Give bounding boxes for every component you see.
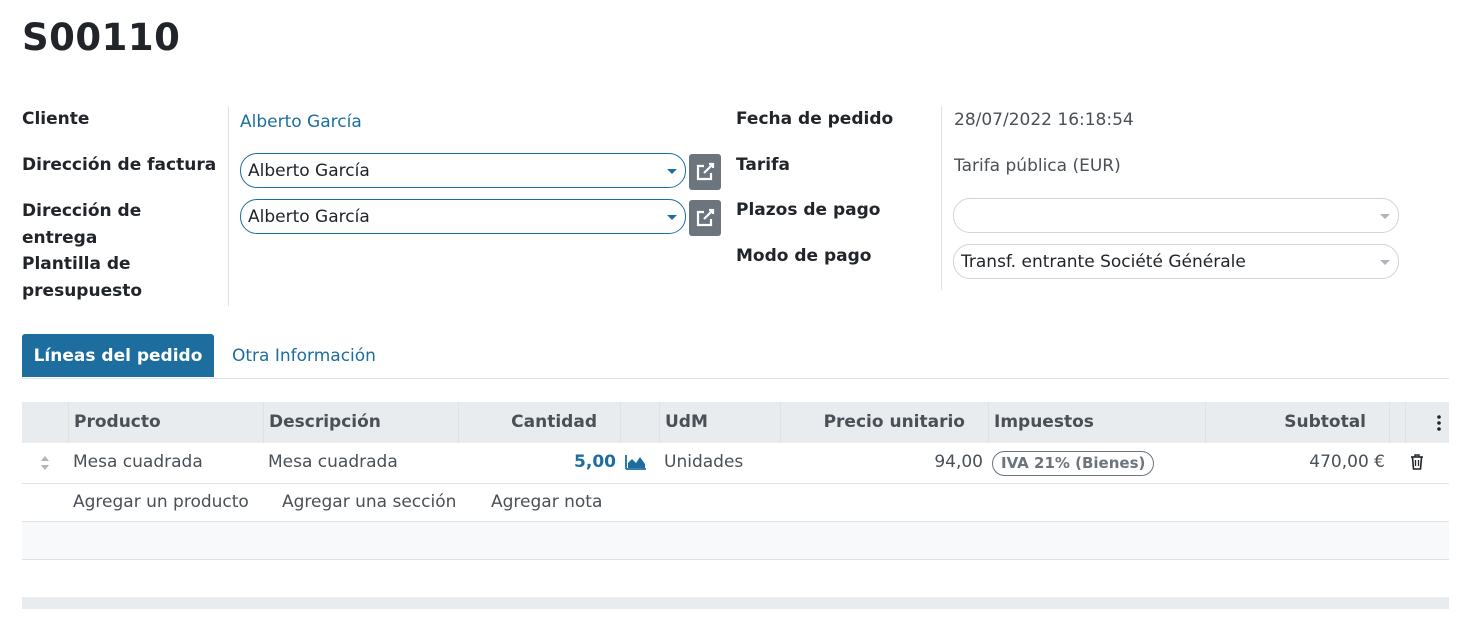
column-separator	[620, 402, 621, 443]
drag-handle-icon[interactable]	[39, 455, 51, 471]
tab-other-info[interactable]: Otra Información	[232, 334, 376, 377]
delivery-address-value: Alberto García	[248, 207, 370, 227]
horizontal-scrollbar[interactable]	[22, 597, 1449, 609]
header-description[interactable]: Descripción	[269, 402, 381, 443]
row-unit-price[interactable]: 94,00	[934, 450, 983, 474]
column-separator	[263, 402, 264, 443]
quotation-template-label-line2: presupuesto	[22, 281, 143, 301]
order-date-label: Fecha de pedido	[736, 109, 894, 129]
invoice-address-label: Dirección de factura	[22, 155, 217, 175]
tax-badge[interactable]: IVA 21% (Bienes)	[992, 451, 1155, 476]
delivery-address-open-button[interactable]	[689, 200, 721, 236]
row-product[interactable]: Mesa cuadrada	[73, 450, 203, 474]
forecast-chart-icon[interactable]	[625, 453, 647, 471]
trash-icon[interactable]	[1410, 454, 1424, 470]
quotation-template-label-line1: Plantilla de	[22, 254, 131, 274]
customer-label: Cliente	[22, 109, 90, 129]
column-separator	[1389, 402, 1390, 443]
column-separator	[988, 402, 989, 443]
payment-terms-select[interactable]	[953, 198, 1399, 233]
order-lines-header: Producto Descripción Cantidad UdM Precio…	[22, 402, 1449, 443]
column-separator	[1405, 402, 1406, 443]
payment-terms-label: Plazos de pago	[736, 200, 881, 220]
column-separator	[1205, 402, 1206, 443]
order-date-value[interactable]: 28/07/2022 16:18:54	[954, 108, 1134, 132]
right-group-separator	[941, 106, 942, 290]
invoice-address-select[interactable]: Alberto García	[240, 153, 686, 188]
payment-mode-select[interactable]: Transf. entrante Société Générale	[953, 244, 1399, 279]
payment-mode-value: Transf. entrante Société Générale	[961, 252, 1246, 272]
payment-mode-label: Modo de pago	[736, 246, 872, 266]
column-separator	[68, 402, 69, 443]
chevron-down-icon	[1380, 214, 1390, 219]
kebab-menu-icon[interactable]	[1436, 414, 1442, 432]
chevron-down-icon	[1380, 260, 1390, 265]
row-uom[interactable]: Unidades	[664, 450, 743, 474]
row-description[interactable]: Mesa cuadrada	[268, 450, 398, 474]
delivery-address-label-line1: Dirección de	[22, 201, 142, 221]
chevron-down-icon	[667, 169, 677, 174]
pricelist-value: Tarifa pública (EUR)	[954, 156, 1121, 176]
pricelist-label: Tarifa	[736, 155, 790, 175]
delivery-address-select[interactable]: Alberto García	[240, 199, 686, 234]
column-separator	[458, 402, 459, 443]
header-product[interactable]: Producto	[74, 402, 161, 443]
add-note-link[interactable]: Agregar nota	[491, 490, 602, 514]
customer-link[interactable]: Alberto García	[240, 110, 362, 134]
left-group-separator	[228, 106, 229, 306]
row-quantity[interactable]: 5,00	[574, 450, 616, 474]
header-taxes[interactable]: Impuestos	[994, 402, 1094, 443]
column-separator	[659, 402, 660, 443]
header-quantity[interactable]: Cantidad	[511, 402, 597, 443]
header-uom[interactable]: UdM	[665, 402, 708, 443]
add-line-row: Agregar un producto Agregar una sección …	[22, 484, 1449, 522]
add-product-link[interactable]: Agregar un producto	[73, 490, 249, 514]
add-section-link[interactable]: Agregar una sección	[282, 490, 456, 514]
tab-order-lines[interactable]: Líneas del pedido	[22, 334, 214, 377]
header-unit-price[interactable]: Precio unitario	[824, 402, 965, 443]
delivery-address-label-line2: entrega	[22, 228, 98, 248]
external-link-icon	[696, 208, 715, 227]
empty-row	[22, 522, 1449, 560]
invoice-address-open-button[interactable]	[689, 154, 721, 190]
column-separator	[780, 402, 781, 443]
chevron-down-icon	[667, 215, 677, 220]
invoice-address-value: Alberto García	[248, 161, 370, 181]
record-title: S00110	[22, 16, 181, 59]
tabs-underline	[22, 378, 1449, 379]
external-link-icon	[696, 162, 715, 181]
header-subtotal[interactable]: Subtotal	[1284, 402, 1366, 443]
table-row[interactable]: Mesa cuadrada Mesa cuadrada 5,00 Unidade…	[22, 443, 1449, 484]
row-subtotal: 470,00 €	[1309, 452, 1385, 472]
